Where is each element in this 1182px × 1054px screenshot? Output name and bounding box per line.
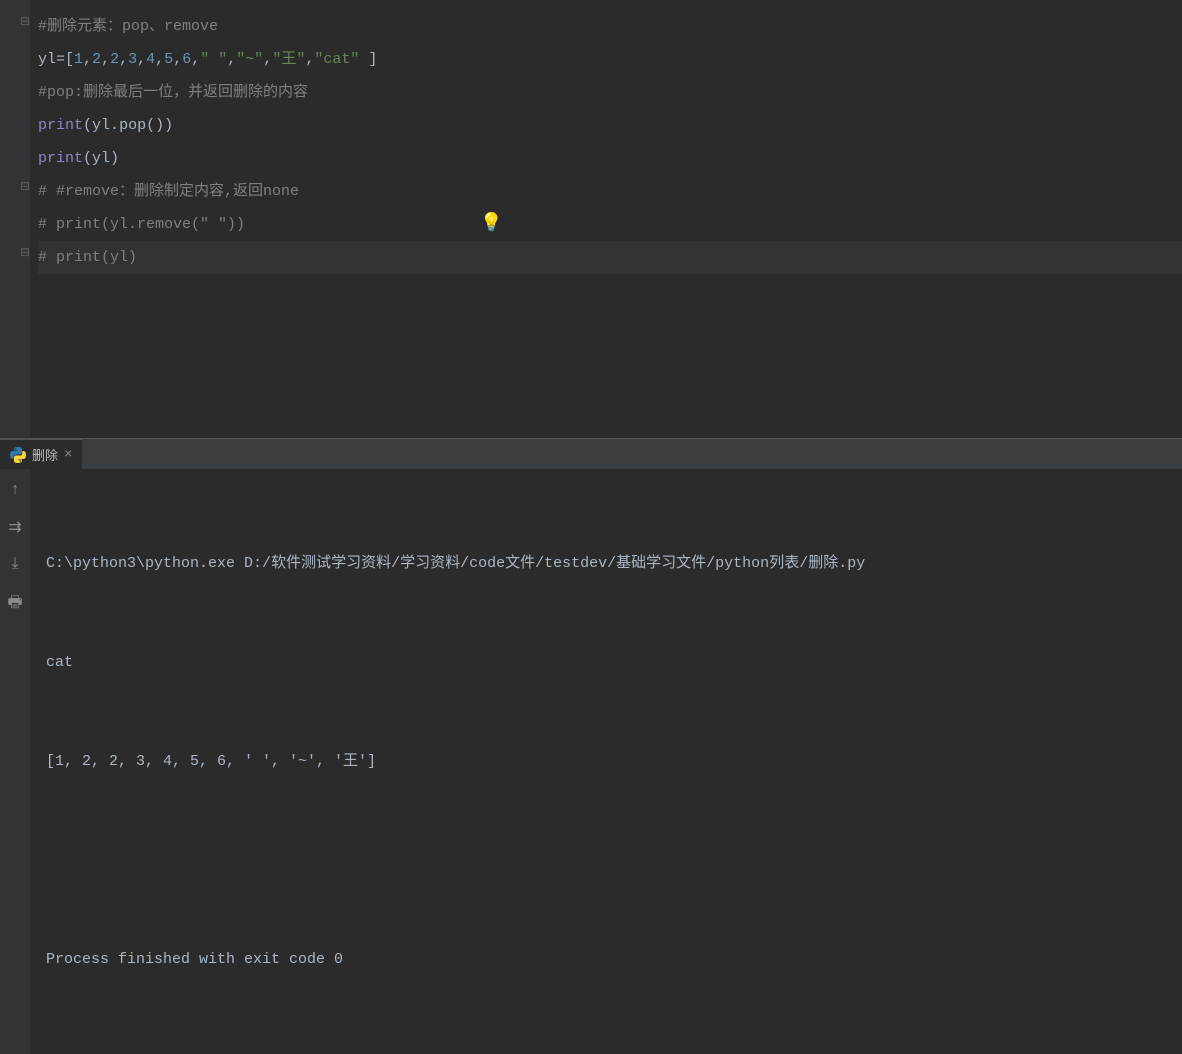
number-literal: 5	[164, 51, 173, 68]
run-console: 删除 × ↑ ⇉ ⤓ 🖶 C:\python3\python.exe D:/软件…	[0, 439, 1182, 1054]
number-literal: 1	[74, 51, 83, 68]
builtin-func: print	[38, 117, 83, 134]
comment-text: # #remove：删除制定内容,返回none	[38, 183, 299, 200]
tab-title: 删除	[32, 445, 58, 464]
string-literal: "~"	[236, 51, 263, 68]
console-tab-bar: 删除 ×	[0, 439, 1182, 469]
fold-marker-icon[interactable]: ⊟	[20, 179, 30, 194]
var-name: yl	[92, 117, 110, 134]
console-toolbar: ↑ ⇉ ⤓ 🖶	[0, 469, 30, 1054]
editor-gutter: ⊟ ⊟ ⊟	[0, 0, 30, 438]
number-literal: 4	[146, 51, 155, 68]
print-icon[interactable]: 🖶	[7, 591, 22, 618]
code-line[interactable]: #删除元素：pop、remove	[38, 10, 1182, 43]
code-editor[interactable]: ⊟ ⊟ ⊟ #删除元素：pop、remove yl=[1,2,2,3,4,5,6…	[0, 0, 1182, 438]
var-name: yl	[92, 150, 110, 167]
code-line[interactable]: print(yl)	[38, 142, 1182, 175]
fold-marker-end-icon[interactable]: ⊟	[20, 245, 30, 260]
string-literal: " "	[200, 51, 227, 68]
code-text: ]	[368, 51, 377, 68]
code-line[interactable]: yl=[1,2,2,3,4,5,6," ","~","王","cat" ]	[38, 43, 1182, 76]
console-body: ↑ ⇉ ⤓ 🖶 C:\python3\python.exe D:/软件测试学习资…	[0, 469, 1182, 1054]
step-icon[interactable]: ⇉	[8, 517, 21, 537]
code-line-current[interactable]: # print(yl)	[38, 241, 1182, 274]
code-line[interactable]: #pop:删除最后一位，并返回删除的内容	[38, 76, 1182, 109]
string-literal: "王"	[272, 51, 305, 68]
intention-bulb-icon[interactable]: 💡	[480, 212, 502, 234]
code-line[interactable]: # #remove：删除制定内容,返回none	[38, 175, 1182, 208]
download-icon[interactable]: ⤓	[11, 555, 18, 573]
comment-text: #pop:删除最后一位，并返回删除的内容	[38, 84, 308, 101]
method-name: pop	[119, 117, 146, 134]
output-line: cat	[46, 646, 1166, 679]
scroll-up-icon[interactable]: ↑	[10, 481, 20, 499]
console-output[interactable]: C:\python3\python.exe D:/软件测试学习资料/学习资料/c…	[30, 469, 1182, 1054]
comment-text: # print(yl.remove(" "))	[38, 216, 245, 233]
output-line	[46, 844, 1166, 877]
number-literal: 2	[92, 51, 101, 68]
code-text: =[	[56, 51, 74, 68]
output-line: [1, 2, 2, 3, 4, 5, 6, ' ', '~', '王']	[46, 745, 1166, 778]
builtin-func: print	[38, 150, 83, 167]
run-tab[interactable]: 删除 ×	[0, 438, 82, 469]
string-literal: "cat"	[314, 51, 359, 68]
close-icon[interactable]: ×	[64, 447, 72, 463]
python-icon	[10, 447, 26, 463]
number-literal: 2	[110, 51, 119, 68]
code-content[interactable]: #删除元素：pop、remove yl=[1,2,2,3,4,5,6," ","…	[0, 0, 1182, 274]
output-exit-code: Process finished with exit code 0	[46, 943, 1166, 976]
number-literal: 3	[128, 51, 137, 68]
comment-text: # print(yl)	[38, 249, 137, 266]
fold-marker-icon[interactable]: ⊟	[20, 14, 30, 29]
var-name: yl	[38, 51, 56, 68]
code-line[interactable]: # print(yl.remove(" "))	[38, 208, 1182, 241]
number-literal: 6	[182, 51, 191, 68]
comment-text: #删除元素：pop、remove	[38, 18, 218, 35]
output-command: C:\python3\python.exe D:/软件测试学习资料/学习资料/c…	[46, 547, 1166, 580]
code-line[interactable]: print(yl.pop())	[38, 109, 1182, 142]
